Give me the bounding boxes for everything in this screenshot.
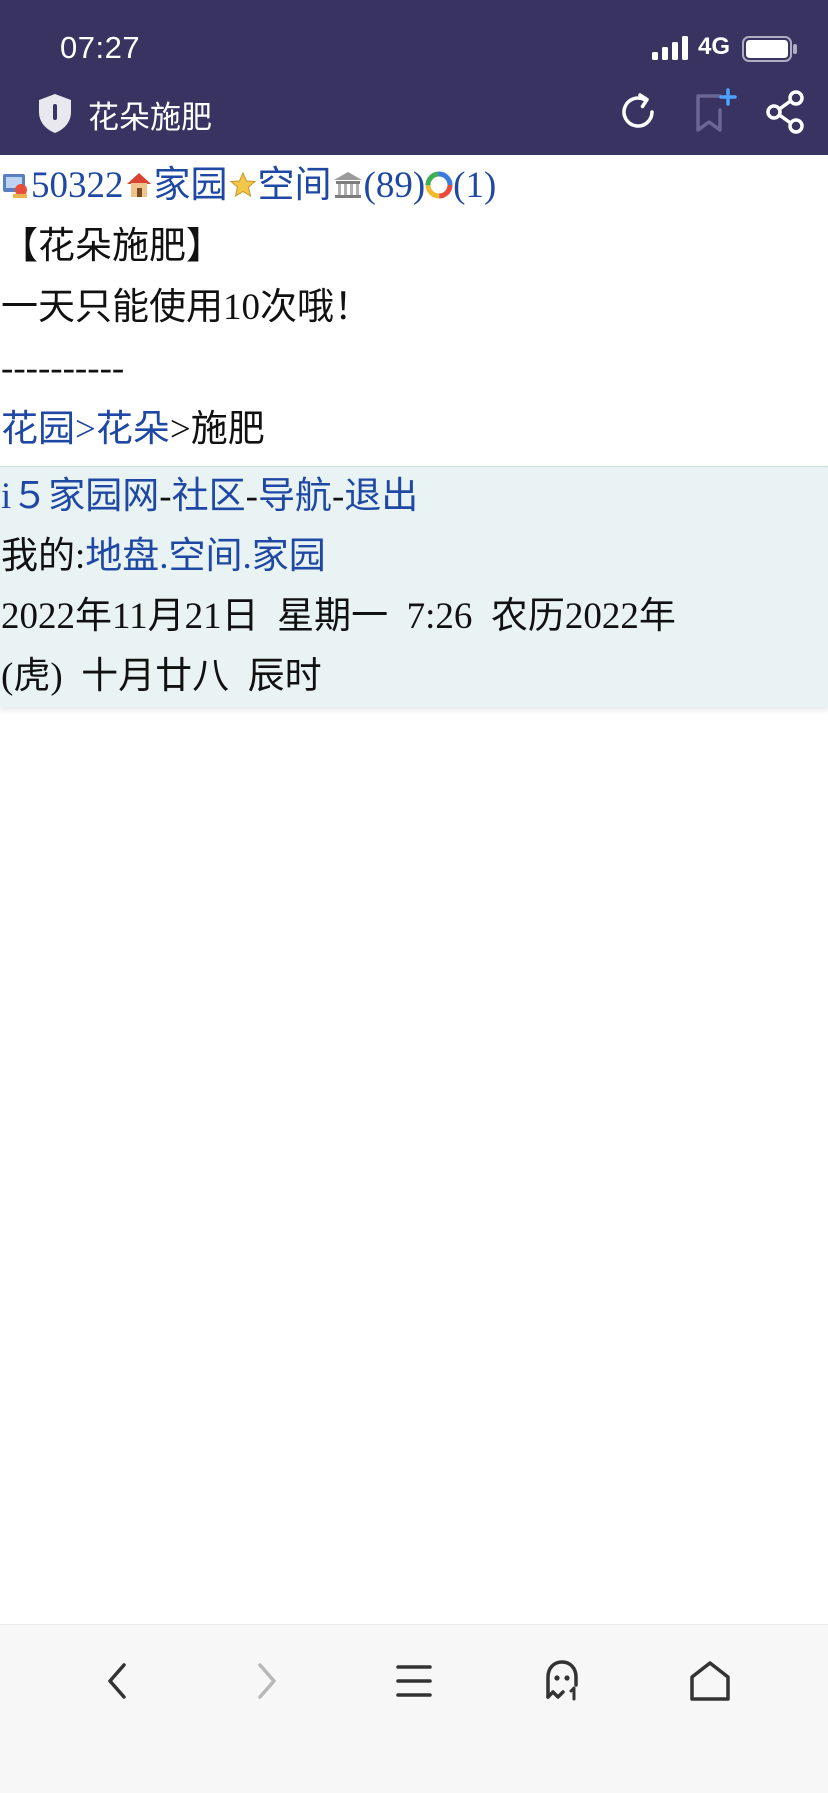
my-label: 我的: — [1, 536, 86, 577]
page-title: 花朵施肥 — [88, 100, 212, 135]
my-links: 我的:地盘.空间.家园 — [0, 527, 828, 587]
count-link-2[interactable]: (1) — [453, 165, 496, 206]
chevron-left-icon[interactable] — [88, 1651, 148, 1711]
footer-separator: - — [159, 476, 172, 517]
date-line-2: (虎) 十月廿八 辰时 — [1, 656, 322, 697]
site-home-link[interactable]: i５家园网 — [1, 476, 159, 517]
share-icon[interactable] — [762, 88, 810, 136]
breadcrumb-garden-link[interactable]: 花园 — [1, 409, 75, 450]
browser-toolbar — [0, 1624, 828, 1793]
shield-icon — [39, 94, 71, 133]
top-nav: 50322 家园 空间 (89) (1) — [0, 155, 828, 216]
home-link[interactable]: 家园 — [154, 165, 228, 206]
land-link[interactable]: 地盘 — [85, 536, 159, 577]
dot-separator: . — [242, 536, 252, 577]
refresh-icon[interactable] — [614, 88, 662, 136]
house-icon — [126, 172, 151, 197]
chevron-right-icon[interactable] — [236, 1651, 296, 1711]
breadcrumb: 花园>花朵>施肥 — [0, 399, 828, 460]
breadcrumb-separator: > — [75, 409, 96, 450]
footer-separator: - — [331, 476, 345, 517]
my-space-link[interactable]: 空间 — [169, 536, 243, 577]
star-icon — [229, 171, 256, 197]
home-icon[interactable] — [680, 1651, 740, 1711]
status-time: 07:27 — [60, 30, 141, 65]
count-link-1[interactable]: (89) — [364, 165, 426, 206]
browser-chrome: 07:27 4G 花朵施肥 — [0, 0, 828, 155]
page-content: 50322 家园 空间 (89) (1) 【花朵施肥】 一天只能使用10次哦！ … — [0, 155, 828, 460]
network-type: 4G — [698, 33, 731, 60]
community-link[interactable]: 社区 — [172, 476, 246, 517]
divider-text: ---------- — [1, 348, 125, 389]
usage-notice: 一天只能使用10次哦！ — [1, 287, 371, 328]
logout-link[interactable]: 退出 — [344, 476, 418, 517]
breadcrumb-flower-link[interactable]: 花朵 — [96, 409, 170, 450]
bank-icon — [333, 171, 362, 198]
user-icon — [3, 173, 27, 198]
battery-icon — [742, 36, 797, 62]
my-home-link[interactable]: 家园 — [252, 536, 326, 577]
breadcrumb-current: 施肥 — [190, 409, 265, 450]
user-id-link[interactable]: 50322 — [31, 165, 124, 206]
signal-icon — [652, 36, 688, 60]
site-footer: i５家园网-社区-导航-退出 我的:地盘.空间.家园 2022年11月21日 星… — [0, 466, 828, 707]
navigation-link[interactable]: 导航 — [258, 476, 332, 517]
breadcrumb-separator: > — [169, 409, 191, 450]
footer-separator: - — [245, 476, 258, 517]
date-line-1: 2022年11月21日 星期一 7:26 农历2022年 — [1, 596, 676, 637]
space-link[interactable]: 空间 — [258, 165, 332, 206]
page-heading: 【花朵施肥】 — [1, 226, 223, 267]
ghost-icon[interactable] — [532, 1651, 592, 1711]
bookmark-add-icon[interactable] — [690, 88, 738, 136]
footer-nav: i５家园网-社区-导航-退出 — [0, 467, 828, 527]
menu-icon[interactable] — [384, 1651, 444, 1711]
pinwheel-icon — [425, 171, 453, 199]
dot-separator: . — [159, 536, 169, 577]
